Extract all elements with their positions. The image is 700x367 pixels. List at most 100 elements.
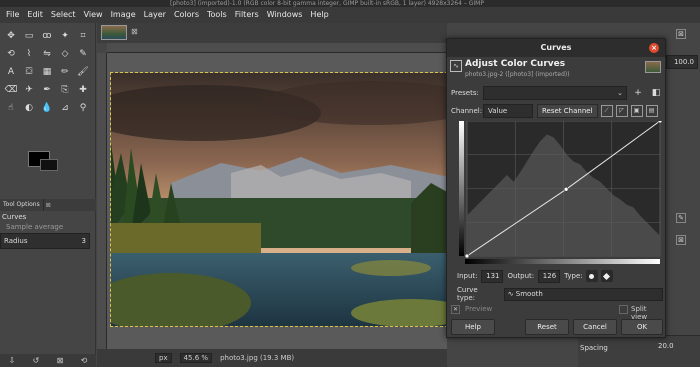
tool-grid: ✥ ▭ ꝏ ✦ ⌗ ⟲ ⌇ ⇋ ◇ ✎ A ⛋ ▦ ✏ 🖌 ⌫ ✈ ✒ ⎘ ✚ … bbox=[2, 27, 92, 117]
dock-value-field[interactable]: 100.0 bbox=[666, 55, 698, 69]
crop-icon[interactable]: ⌗ bbox=[74, 27, 92, 45]
cancel-button[interactable]: Cancel bbox=[573, 319, 617, 335]
landscape-photo[interactable] bbox=[110, 72, 448, 327]
tab-close-icon[interactable]: ⊠ bbox=[46, 202, 51, 209]
preview-label: Preview bbox=[465, 305, 493, 313]
view-icon-a[interactable]: ▣ bbox=[630, 105, 643, 117]
menu-help[interactable]: Help bbox=[306, 7, 332, 23]
bucket-fill-icon[interactable]: ⛋ bbox=[20, 63, 38, 81]
menu-layer[interactable]: Layer bbox=[140, 7, 170, 23]
channel-dropdown[interactable]: Value bbox=[483, 104, 533, 118]
horizontal-ruler[interactable] bbox=[107, 43, 447, 53]
smooth-point-toggle[interactable] bbox=[585, 270, 598, 282]
smudge-icon[interactable]: ☝ bbox=[2, 99, 20, 117]
move-tool-icon[interactable]: ✥ bbox=[2, 27, 20, 45]
ink-icon[interactable]: ✒ bbox=[38, 81, 56, 99]
lasso-icon[interactable]: ꝏ bbox=[38, 27, 56, 45]
warp-icon[interactable]: ⌇ bbox=[20, 45, 38, 63]
split-view-checkbox[interactable] bbox=[619, 305, 628, 314]
clone-icon[interactable]: ⎘ bbox=[56, 81, 74, 99]
menu-colors[interactable]: Colors bbox=[170, 7, 203, 23]
channel-row: Channel: Value Reset Channel ⟋ ◸ ▣ ▤ bbox=[451, 103, 663, 119]
dialog-title-bar[interactable]: Curves × bbox=[447, 39, 665, 57]
close-image-tab-icon[interactable]: ⊠ bbox=[131, 27, 138, 36]
curve-graph[interactable] bbox=[459, 121, 662, 258]
dodge-icon[interactable]: ◐ bbox=[20, 99, 38, 117]
airbrush-icon[interactable]: ✈ bbox=[20, 81, 38, 99]
dock-edit-icon[interactable]: ✎ bbox=[676, 213, 686, 223]
background-color-swatch[interactable] bbox=[40, 159, 58, 171]
input-field[interactable]: 131 bbox=[481, 269, 504, 283]
dialog-heading: Adjust Color Curves bbox=[465, 59, 566, 69]
heal-icon[interactable]: ✚ bbox=[74, 81, 92, 99]
reset-channel-button[interactable]: Reset Channel bbox=[537, 104, 598, 118]
save-options-icon[interactable]: ⇩ bbox=[9, 356, 16, 365]
type-label: Type: bbox=[564, 272, 583, 280]
add-preset-icon[interactable]: + bbox=[631, 86, 645, 100]
ok-button[interactable]: OK bbox=[621, 319, 663, 335]
radius-field[interactable]: Radius 3 bbox=[0, 233, 90, 249]
spacing-value[interactable]: 20.0 bbox=[658, 342, 674, 350]
menu-edit[interactable]: Edit bbox=[23, 7, 47, 23]
curve-type-label: Curve type: bbox=[457, 286, 478, 302]
dock-delete-icon[interactable]: ⊠ bbox=[676, 235, 686, 245]
radius-value[interactable]: 3 bbox=[82, 237, 86, 245]
dialog-button-row: Help Reset Cancel OK bbox=[451, 319, 663, 335]
menu-bar: File Edit Select View Image Layer Colors… bbox=[0, 7, 700, 23]
curve-type-value: Smooth bbox=[515, 289, 543, 298]
paintbrush-icon[interactable]: 🖌 bbox=[74, 63, 92, 81]
curve-type-dropdown[interactable]: ∿ Smooth bbox=[503, 287, 663, 301]
corner-point-toggle[interactable] bbox=[600, 270, 613, 282]
eraser-icon[interactable]: ⌫ bbox=[2, 81, 20, 99]
preview-row: ✕ Preview Split view bbox=[451, 304, 663, 321]
zoom-selector[interactable]: 45.6 % bbox=[179, 353, 213, 363]
restore-options-icon[interactable]: ↺ bbox=[33, 356, 40, 365]
flip-icon[interactable]: ⇋ bbox=[38, 45, 56, 63]
curves-icon: ∿ bbox=[450, 60, 462, 72]
measure-icon[interactable]: ⊿ bbox=[56, 99, 74, 117]
reset-options-icon[interactable]: ⟲ bbox=[81, 356, 88, 365]
status-bar: px 45.6 % photo3.jpg (19.3 MB) bbox=[97, 349, 447, 367]
view-icon-b[interactable]: ▤ bbox=[645, 105, 658, 117]
curve-control-point bbox=[563, 187, 569, 192]
close-icon[interactable]: × bbox=[649, 43, 659, 53]
fuzzy-select-icon[interactable]: ✦ bbox=[56, 27, 74, 45]
menu-select[interactable]: Select bbox=[47, 7, 80, 23]
blur-icon[interactable]: 💧 bbox=[38, 99, 56, 117]
zoom-icon[interactable]: ⚲ bbox=[74, 99, 92, 117]
dock-close-icon[interactable]: ⊠ bbox=[676, 29, 686, 39]
preview-checkbox[interactable]: ✕ bbox=[451, 305, 460, 314]
image-tab-thumbnail[interactable] bbox=[101, 25, 127, 40]
rect-select-icon[interactable]: ▭ bbox=[20, 27, 38, 45]
output-field[interactable]: 126 bbox=[538, 269, 561, 283]
tab-tool-options[interactable]: Tool Options bbox=[0, 199, 44, 211]
pencil-icon[interactable]: ✏ bbox=[56, 63, 74, 81]
spacing-label: Spacing bbox=[580, 344, 608, 352]
tool-options-tab-strip: Tool Options ⊠ bbox=[0, 199, 96, 211]
gradient-icon[interactable]: ▦ bbox=[38, 63, 56, 81]
input-label: Input: bbox=[457, 272, 478, 280]
transform-icon[interactable]: ⟲ bbox=[2, 45, 20, 63]
help-button[interactable]: Help bbox=[451, 319, 495, 335]
vertical-ruler[interactable] bbox=[97, 53, 107, 349]
dialog-header: ∿ Adjust Color Curves photo3.jpg-2 ([pho… bbox=[447, 57, 665, 83]
menu-file[interactable]: File bbox=[2, 7, 23, 23]
delete-options-icon[interactable]: ⊠ bbox=[57, 356, 64, 365]
presets-dropdown[interactable]: ⌄ bbox=[483, 86, 627, 100]
reset-button[interactable]: Reset bbox=[525, 319, 569, 335]
brush-options-panel: Spacing 20.0 bbox=[578, 335, 700, 367]
menu-tools[interactable]: Tools bbox=[203, 7, 231, 23]
menu-image[interactable]: Image bbox=[107, 7, 140, 23]
log-histogram-icon[interactable]: ◸ bbox=[615, 105, 628, 117]
output-label: Output: bbox=[507, 272, 535, 280]
toolbox-panel: ✥ ▭ ꝏ ✦ ⌗ ⟲ ⌇ ⇋ ◇ ✎ A ⛋ ▦ ✏ 🖌 ⌫ ✈ ✒ ⎘ ✚ … bbox=[0, 23, 96, 367]
preset-menu-icon[interactable]: ◧ bbox=[649, 86, 663, 100]
text-tool-icon[interactable]: A bbox=[2, 63, 20, 81]
linear-histogram-icon[interactable]: ⟋ bbox=[600, 105, 613, 117]
menu-view[interactable]: View bbox=[80, 7, 107, 23]
paths-icon[interactable]: ✎ bbox=[74, 45, 92, 63]
unit-selector[interactable]: px bbox=[155, 353, 172, 363]
menu-windows[interactable]: Windows bbox=[263, 7, 307, 23]
menu-filters[interactable]: Filters bbox=[231, 7, 263, 23]
cage-icon[interactable]: ◇ bbox=[56, 45, 74, 63]
